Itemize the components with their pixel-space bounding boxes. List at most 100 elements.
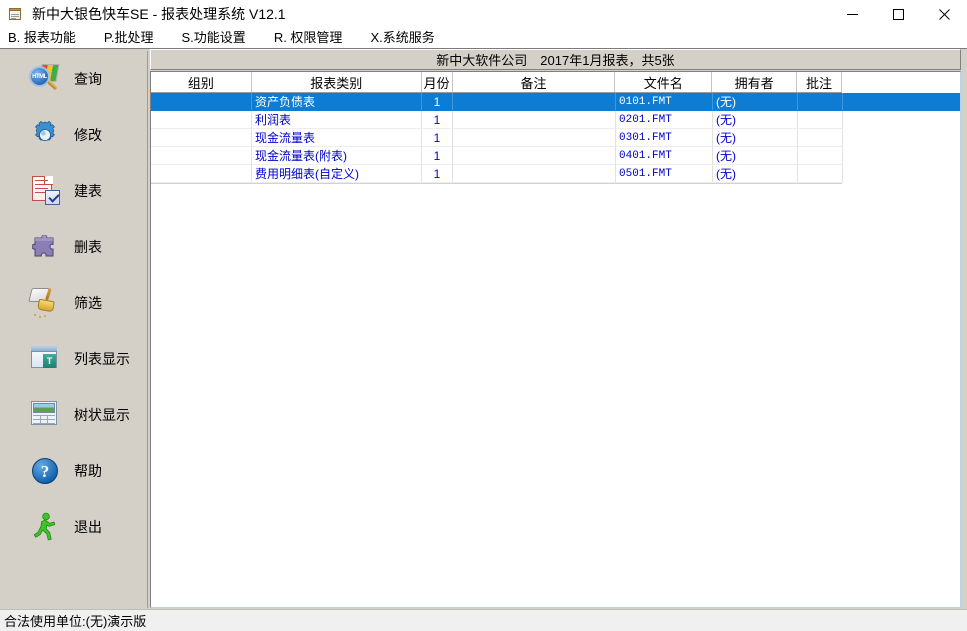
sidebar-item-delete-table[interactable]: 删表: [2, 219, 147, 275]
cell-memo: [453, 111, 616, 129]
cell-filler: [843, 147, 960, 165]
sidebar-item-modify[interactable]: 修改: [2, 107, 147, 163]
grid-bottom-rule: [151, 183, 842, 184]
cell-memo: [453, 147, 616, 165]
sidebar-label-help: 帮助: [74, 463, 102, 479]
cell-file: 0301.FMT: [616, 129, 713, 147]
grid-header-memo[interactable]: 备注: [453, 72, 616, 92]
grid-header-group[interactable]: 组别: [151, 72, 252, 92]
cell-type: 利润表: [252, 111, 422, 129]
cell-memo: [453, 93, 616, 111]
html-search-icon: HTML: [28, 62, 62, 96]
grid-header-file[interactable]: 文件名: [615, 72, 713, 92]
puzzle-delete-icon: [28, 230, 62, 264]
menu-item-permission-management[interactable]: R. 权限管理: [274, 28, 353, 48]
sidebar-label-query: 查询: [74, 71, 102, 87]
sidebar-label-tree-view: 树状显示: [74, 407, 130, 423]
broom-filter-icon: [28, 286, 62, 320]
cell-type: 现金流量表(附表): [252, 147, 422, 165]
sidebar-item-tree-view[interactable]: 树状显示: [2, 387, 147, 443]
sidebar-label-create-table: 建表: [74, 183, 102, 199]
cell-owner: (无): [713, 111, 798, 129]
tree-view-icon: [28, 398, 62, 432]
cell-note: [798, 147, 843, 165]
report-caption-text: 新中大软件公司 2017年1月报表，共5张: [436, 53, 675, 68]
menu-item-function-settings[interactable]: S.功能设置: [182, 28, 256, 48]
status-bar: 合法使用单位:(无)演示版: [0, 609, 967, 631]
cell-group: [151, 93, 252, 111]
cell-month: 1: [422, 129, 453, 147]
exit-runner-icon: [28, 510, 62, 544]
sidebar-item-create-table[interactable]: 建表: [2, 163, 147, 219]
menu-item-batch-process[interactable]: P.批处理: [104, 28, 164, 48]
table-row[interactable]: 现金流量表 1 0301.FMT (无): [151, 129, 960, 147]
cell-note: [798, 165, 843, 183]
cell-month: 1: [422, 93, 453, 111]
menu-item-report-functions[interactable]: B. 报表功能: [8, 28, 86, 48]
cell-memo: [453, 165, 616, 183]
notepad-icon: [8, 6, 24, 22]
cell-file: 0201.FMT: [616, 111, 713, 129]
cell-group: [151, 129, 252, 147]
grid-header-owner[interactable]: 拥有者: [712, 72, 798, 92]
sidebar-label-filter: 筛选: [74, 295, 102, 311]
table-row[interactable]: 资产负债表 1 0101.FMT (无): [151, 93, 960, 111]
report-caption-bar: 新中大软件公司 2017年1月报表，共5张: [150, 49, 961, 70]
cell-filler: [843, 165, 960, 183]
sidebar-item-filter[interactable]: 筛选: [2, 275, 147, 331]
cell-month: 1: [422, 147, 453, 165]
cell-group: [151, 147, 252, 165]
report-list-panel[interactable]: 组别 报表类别 月份 备注 文件名 拥有者 批注 资产负债表 1 0101.FM…: [150, 71, 961, 608]
sidebar-item-query[interactable]: HTML 查询: [2, 51, 147, 107]
cell-filler: [843, 129, 960, 147]
minimize-button[interactable]: [829, 0, 875, 28]
table-row[interactable]: 费用明细表(自定义) 1 0501.FMT (无): [151, 165, 960, 183]
sidebar: HTML 查询 修改 建表 删表 筛选 T 列表显示 树状显示 ? 帮助 退出: [2, 51, 148, 608]
sidebar-item-exit[interactable]: 退出: [2, 499, 147, 555]
sidebar-label-exit: 退出: [74, 519, 102, 535]
cell-month: 1: [422, 111, 453, 129]
report-grid: 组别 报表类别 月份 备注 文件名 拥有者 批注 资产负债表 1 0101.FM…: [151, 72, 960, 184]
window-controls: [829, 0, 967, 28]
document-check-icon: [28, 174, 62, 208]
grid-header-month[interactable]: 月份: [422, 72, 453, 92]
application-window: 新中大银色快车SE - 报表处理系统 V12.1 B. 报表功能 P.批处理 S…: [0, 0, 967, 631]
grid-header-row: 组别 报表类别 月份 备注 文件名 拥有者 批注: [151, 72, 842, 93]
close-button[interactable]: [921, 0, 967, 28]
cell-group: [151, 111, 252, 129]
cell-note: [798, 129, 843, 147]
title-bar: 新中大银色快车SE - 报表处理系统 V12.1: [0, 0, 967, 28]
cell-group: [151, 165, 252, 183]
cell-owner: (无): [713, 129, 798, 147]
cell-type: 资产负债表: [252, 93, 422, 111]
sidebar-label-delete-table: 删表: [74, 239, 102, 255]
cell-file: 0101.FMT: [616, 93, 713, 111]
cell-owner: (无): [713, 93, 798, 111]
cell-note: [798, 93, 843, 111]
table-row[interactable]: 现金流量表(附表) 1 0401.FMT (无): [151, 147, 960, 165]
status-bar-text: 合法使用单位:(无)演示版: [4, 614, 147, 629]
cell-owner: (无): [713, 147, 798, 165]
grid-header-note[interactable]: 批注: [797, 72, 842, 92]
grid-header-type[interactable]: 报表类别: [252, 72, 422, 92]
cell-memo: [453, 129, 616, 147]
cell-type: 现金流量表: [252, 129, 422, 147]
cell-filler: [843, 93, 960, 111]
cell-note: [798, 111, 843, 129]
maximize-button[interactable]: [875, 0, 921, 28]
cell-type: 费用明细表(自定义): [252, 165, 422, 183]
sidebar-label-list-view: 列表显示: [74, 351, 130, 367]
cell-filler: [843, 111, 960, 129]
menu-item-system-service[interactable]: X.系统服务: [370, 28, 444, 48]
gear-icon: [28, 118, 62, 152]
client-area: HTML 查询 修改 建表 删表 筛选 T 列表显示 树状显示 ? 帮助 退出 …: [0, 48, 967, 609]
cell-file: 0501.FMT: [616, 165, 713, 183]
window-title: 新中大银色快车SE - 报表处理系统 V12.1: [32, 6, 286, 22]
sidebar-item-help[interactable]: ? 帮助: [2, 443, 147, 499]
list-view-icon: T: [28, 342, 62, 376]
table-row[interactable]: 利润表 1 0201.FMT (无): [151, 111, 960, 129]
cell-owner: (无): [713, 165, 798, 183]
help-question-icon: ?: [28, 454, 62, 488]
sidebar-item-list-view[interactable]: T 列表显示: [2, 331, 147, 387]
sidebar-label-modify: 修改: [74, 127, 102, 143]
